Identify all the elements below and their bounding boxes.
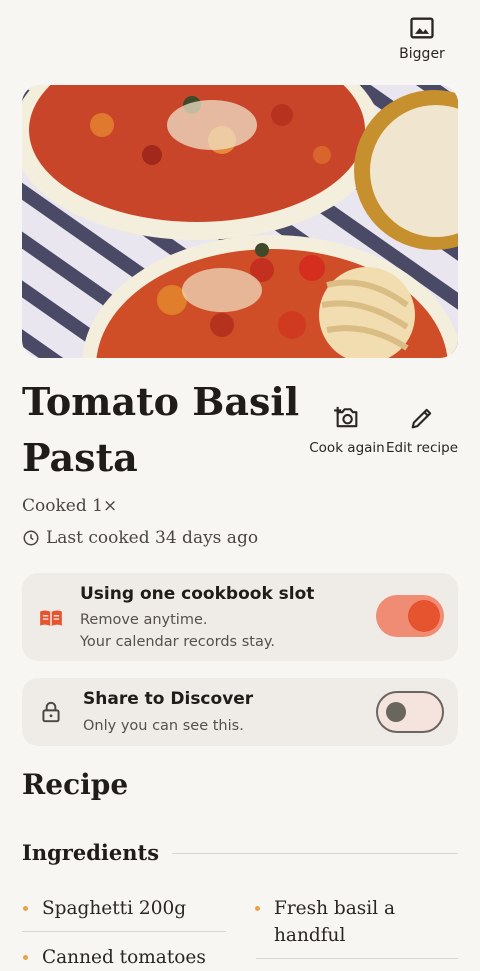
lock-icon	[42, 701, 60, 723]
add-photo-icon	[334, 406, 358, 428]
toggle-knob	[386, 702, 406, 722]
cookbook-slot-title: Using one cookbook slot	[80, 584, 315, 604]
recipe-heading: Recipe	[22, 768, 129, 801]
edit-recipe-button[interactable]: Edit recipe	[384, 404, 460, 456]
recipe-photo[interactable]	[22, 85, 458, 358]
share-toggle[interactable]	[376, 691, 444, 733]
divider	[172, 853, 458, 854]
ingredient-text: Fresh basil a handful	[274, 898, 396, 946]
bigger-label: Bigger	[399, 46, 445, 62]
cookbook-slot-toggle[interactable]	[376, 595, 444, 637]
ingredient-item: Fresh basil a handful	[255, 895, 454, 949]
cookbook-slot-card: Using one cookbook slot Remove anytime. …	[22, 573, 458, 661]
divider	[22, 931, 226, 932]
bullet-icon	[255, 906, 260, 911]
ingredient-item: Spaghetti 200g	[23, 895, 222, 922]
image-icon	[410, 17, 434, 39]
ingredient-text: Canned tomatoes	[42, 947, 206, 968]
cookbook-slot-description: Remove anytime. Your calendar records st…	[80, 609, 275, 653]
pasta-photo-image	[22, 85, 458, 358]
divider	[256, 958, 458, 959]
bullet-icon	[23, 906, 28, 911]
ingredient-item: Canned tomatoes	[23, 944, 222, 971]
cooked-count: Cooked 1×	[22, 496, 118, 516]
cookbook-slot-line1: Remove anytime.	[80, 612, 208, 628]
cook-again-button[interactable]: Cook again	[308, 404, 386, 456]
last-cooked: Last cooked 34 days ago	[22, 528, 258, 548]
cookbook-slot-line2: Your calendar records stay.	[80, 634, 275, 650]
share-subtitle: Only you can see this.	[83, 718, 244, 734]
share-title: Share to Discover	[83, 689, 254, 709]
book-icon	[40, 610, 62, 627]
ingredients-heading: Ingredients	[22, 840, 160, 865]
bigger-button[interactable]: Bigger	[392, 14, 452, 62]
ingredient-text: Spaghetti 200g	[42, 898, 187, 919]
pencil-icon	[411, 408, 432, 429]
last-cooked-text: Last cooked 34 days ago	[46, 528, 259, 548]
clock-icon	[23, 530, 39, 546]
toggle-knob	[408, 600, 440, 632]
edit-recipe-label: Edit recipe	[385, 440, 459, 456]
cook-again-label: Cook again	[309, 440, 385, 456]
recipe-title: Tomato Basil Pasta	[22, 379, 300, 480]
bullet-icon	[23, 955, 28, 960]
share-card: Share to Discover Only you can see this.	[22, 678, 458, 746]
